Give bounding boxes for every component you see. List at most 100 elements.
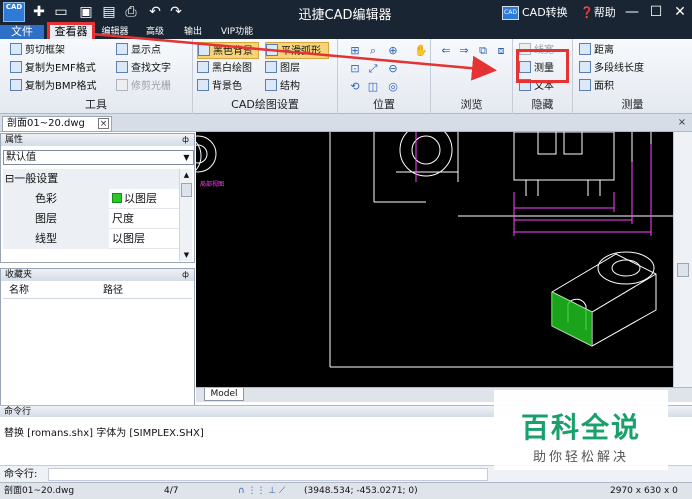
snap-icons[interactable]: ∩ ⋮⋮ ⊥ ⟋ bbox=[238, 483, 285, 499]
paste-view-icon[interactable]: ⧈ bbox=[494, 44, 508, 58]
close-icon[interactable]: ✕ bbox=[670, 2, 690, 22]
smooth-arc-icon bbox=[266, 44, 278, 56]
property-row[interactable]: 色彩 以图层 bbox=[3, 189, 179, 209]
properties-panel: 属性 ф 默认值 ▼ ⊟一般设置 色彩 以图层 图层 尺度 线型 以图层 ▲ ▼ bbox=[0, 133, 195, 263]
save-icon[interactable]: ▣ bbox=[77, 3, 95, 21]
open-icon[interactable]: ▭ bbox=[52, 3, 70, 21]
undo-icon[interactable]: ↶ bbox=[146, 3, 164, 21]
copy-view-icon[interactable]: ⧉ bbox=[476, 44, 490, 58]
property-row[interactable]: 图层 尺度 bbox=[3, 209, 179, 229]
background-color-button[interactable]: 背景色 bbox=[197, 78, 242, 95]
pan-icon[interactable]: ⊞ bbox=[348, 44, 362, 58]
zoom-out-icon[interactable]: ⊖ bbox=[386, 62, 400, 76]
property-row[interactable]: 线型 以图层 bbox=[3, 229, 179, 249]
favorites-panel: 收藏夹 ф 名称 路径 bbox=[0, 268, 195, 408]
document-tab-bar: 剖面01~20.dwg × × bbox=[0, 114, 692, 132]
show-points-icon bbox=[116, 43, 128, 55]
ribbon-group-tools: 剪切框架 复制为EMF格式 复制为BMP格式 显示点 查找文字 修剪光栅 工具 bbox=[0, 39, 193, 114]
show-points-button[interactable]: 显示点 bbox=[116, 42, 161, 59]
arrow-right-icon[interactable]: ⇒ bbox=[457, 44, 471, 58]
menu-advanced[interactable]: 高级 bbox=[140, 25, 170, 39]
ribbon-group-label: 工具 bbox=[85, 98, 107, 111]
extents-icon[interactable]: ⤢ bbox=[366, 62, 380, 76]
pin-icon[interactable]: ф bbox=[182, 269, 189, 281]
status-bar: 剖面01~20.dwg 4/7 ∩ ⋮⋮ ⊥ ⟋ (3948.534; -453… bbox=[0, 482, 692, 499]
structure-icon bbox=[265, 79, 277, 91]
ribbon-group-label: 测量 bbox=[621, 98, 644, 111]
column-header-name[interactable]: 名称 bbox=[9, 283, 29, 299]
area-icon bbox=[579, 79, 591, 91]
view-3d-icon[interactable]: ◫ bbox=[366, 80, 380, 94]
new-icon[interactable]: ✚ bbox=[30, 3, 48, 21]
status-file: 剖面01~20.dwg bbox=[4, 486, 75, 496]
menu-file[interactable]: 文件 bbox=[0, 25, 44, 39]
background-color-icon bbox=[197, 79, 209, 91]
canvas-vertical-scrollbar[interactable] bbox=[673, 132, 692, 387]
rotate-icon[interactable]: ⟲ bbox=[348, 80, 362, 94]
help-icon: ❓ bbox=[580, 6, 594, 19]
ribbon-group-browse: ⇐ ⇒ ⧉ ⧈ 浏览 bbox=[431, 39, 513, 114]
collapse-icon[interactable]: ⊟ bbox=[5, 172, 14, 185]
status-page: 4/7 bbox=[164, 486, 179, 496]
menu-editor[interactable]: 编辑器 bbox=[98, 25, 132, 39]
model-tab[interactable]: Model bbox=[204, 388, 244, 401]
orbit-icon[interactable]: ◎ bbox=[386, 80, 400, 94]
minimize-icon[interactable]: — bbox=[622, 2, 642, 22]
print-icon[interactable]: ⎙ bbox=[122, 3, 140, 21]
measure-highlight-box bbox=[516, 49, 569, 83]
column-header-path[interactable]: 路径 bbox=[103, 283, 123, 299]
find-text-button[interactable]: 查找文字 bbox=[116, 60, 171, 77]
app-logo-icon[interactable]: CAD bbox=[3, 2, 25, 22]
properties-select[interactable]: 默认值 ▼ bbox=[3, 150, 194, 165]
scroll-up-icon[interactable]: ▲ bbox=[180, 169, 193, 181]
fit-icon[interactable]: ⊡ bbox=[348, 62, 362, 76]
scroll-down-icon[interactable]: ▼ bbox=[180, 249, 193, 261]
arrow-left-icon[interactable]: ⇐ bbox=[439, 44, 453, 58]
hand-icon[interactable]: ✋ bbox=[414, 44, 428, 58]
distance-button[interactable]: 距离 bbox=[579, 42, 614, 59]
bw-drawing-icon bbox=[197, 61, 209, 73]
command-input[interactable] bbox=[48, 468, 488, 481]
copy-emf-button[interactable]: 复制为EMF格式 bbox=[10, 60, 96, 77]
properties-scrollbar[interactable]: ▲ ▼ bbox=[179, 169, 192, 261]
menu-vip[interactable]: VIP功能 bbox=[216, 25, 258, 39]
distance-icon bbox=[579, 43, 591, 55]
help-button[interactable]: ❓帮助 bbox=[580, 4, 616, 20]
save-as-icon[interactable]: ▤ bbox=[100, 3, 118, 21]
ribbon-group-label: 位置 bbox=[373, 98, 395, 111]
scroll-thumb[interactable] bbox=[181, 183, 192, 197]
structure-button[interactable]: 结构 bbox=[265, 78, 300, 95]
copy-bmp-button[interactable]: 复制为BMP格式 bbox=[10, 78, 97, 95]
chevron-down-icon: ▼ bbox=[183, 153, 190, 162]
zoom-in-icon[interactable]: ⊕ bbox=[386, 44, 400, 58]
close-tab-icon[interactable]: × bbox=[98, 118, 109, 129]
favorites-header: 收藏夹 ф bbox=[1, 269, 194, 281]
menu-bar: 文件 查看器 编辑器 高级 输出 VIP功能 bbox=[0, 22, 692, 42]
properties-table: ⊟一般设置 色彩 以图层 图层 尺度 线型 以图层 bbox=[3, 169, 179, 249]
menu-viewer[interactable]: 查看器 bbox=[47, 22, 95, 42]
smooth-arc-button[interactable]: 平滑弧形 bbox=[265, 42, 329, 59]
properties-header: 属性 ф bbox=[1, 134, 194, 146]
polyline-length-button[interactable]: 多段线长度 bbox=[579, 60, 644, 77]
area-button[interactable]: 面积 bbox=[579, 78, 614, 95]
drawing-canvas[interactable]: 局部视图 bbox=[196, 132, 673, 387]
cad-convert-button[interactable]: CAD CAD转换 bbox=[502, 4, 568, 21]
pin-icon[interactable]: ф bbox=[182, 134, 189, 146]
ribbon-group-label: 浏览 bbox=[460, 98, 483, 111]
maximize-icon[interactable]: ☐ bbox=[646, 2, 666, 22]
status-coordinates: (3948.534; -453.0271; 0) bbox=[304, 486, 418, 496]
bw-drawing-button[interactable]: 黑白绘图 bbox=[197, 60, 252, 77]
layers-button[interactable]: 图层 bbox=[265, 60, 300, 77]
property-section[interactable]: ⊟一般设置 bbox=[3, 169, 179, 189]
trim-raster-button[interactable]: 修剪光栅 bbox=[116, 78, 171, 95]
document-tab[interactable]: 剖面01~20.dwg × bbox=[2, 116, 112, 132]
black-background-button[interactable]: 黑色背景 bbox=[197, 42, 259, 59]
cut-frame-button[interactable]: 剪切框架 bbox=[10, 42, 65, 59]
scroll-thumb[interactable] bbox=[677, 263, 689, 277]
zoom-window-icon[interactable]: ⌕ bbox=[366, 44, 380, 58]
close-document-icon[interactable]: × bbox=[676, 117, 688, 129]
menu-output[interactable]: 输出 bbox=[178, 25, 208, 39]
copy-bmp-icon bbox=[10, 79, 22, 91]
polyline-length-icon bbox=[579, 61, 591, 73]
redo-icon[interactable]: ↷ bbox=[167, 3, 185, 21]
